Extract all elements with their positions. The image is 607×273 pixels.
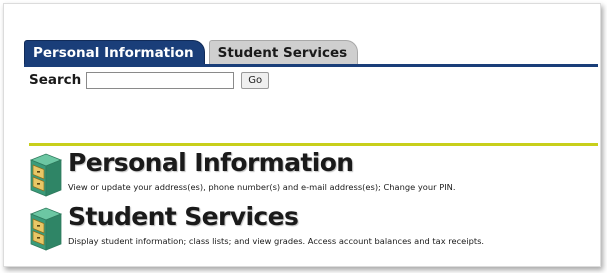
student-services-description: Display student information; class lists… — [68, 236, 485, 246]
go-button[interactable]: Go — [241, 71, 270, 89]
tab-underline-bar — [24, 64, 598, 67]
search-bar: Search Go — [29, 70, 270, 90]
section-divider — [29, 143, 598, 146]
personal-information-link[interactable]: Personal Information — [68, 148, 354, 177]
student-services-link[interactable]: Student Services — [68, 202, 299, 231]
tab-personal-information[interactable]: Personal Information — [24, 40, 205, 65]
tab-student-services[interactable]: Student Services — [208, 40, 359, 65]
search-label: Search — [29, 72, 82, 88]
search-input[interactable] — [86, 71, 235, 89]
file-cabinet-icon — [29, 152, 63, 198]
personal-information-description: View or update your address(es), phone n… — [68, 182, 456, 192]
tab-strip: Personal Information Student Services — [24, 39, 362, 65]
menu-item-personal-information: Personal Information View or update your… — [29, 148, 594, 202]
menu-item-student-services: Student Services Display student informa… — [29, 202, 594, 256]
file-cabinet-icon — [29, 206, 63, 252]
